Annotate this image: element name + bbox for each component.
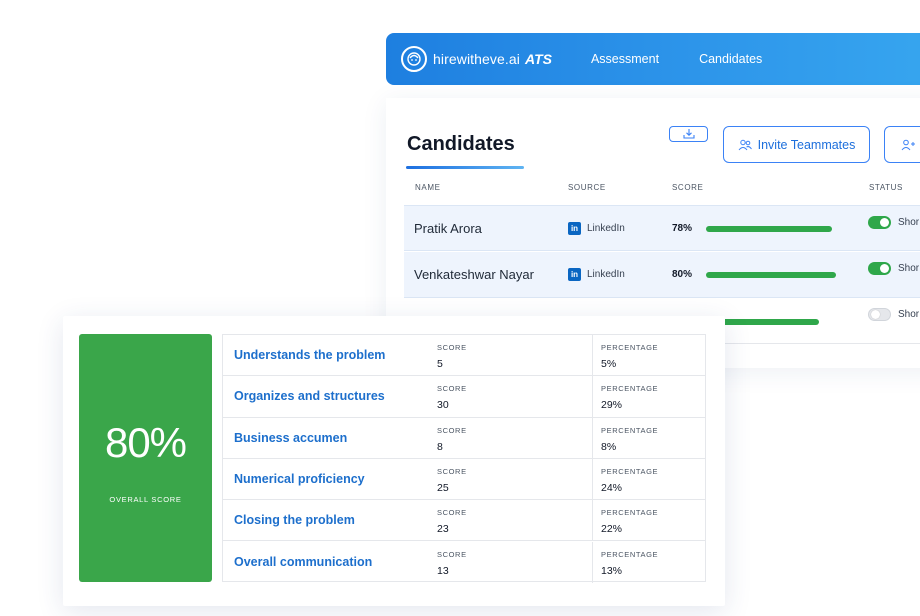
linkedin-icon: in: [568, 222, 581, 235]
column-header-score: SCORE: [672, 183, 704, 192]
skill-row[interactable]: Closing the problem SCORE 23 PERCENTAGE 22%: [223, 500, 705, 542]
skill-row[interactable]: Organizes and structures SCORE 30 PERCENTAG…: [223, 376, 705, 418]
candidate-score: 78%: [672, 223, 693, 234]
candidate-name: Pratik Arora: [414, 221, 482, 236]
overall-score-value: 80%: [104, 419, 187, 466]
percentage-label: PERCENTAGE: [601, 549, 659, 559]
skill-row[interactable]: Understands the problem SCORE 5 PERCENTAGE 5…: [223, 335, 705, 377]
percentage-label: PERCENTAGE: [601, 384, 659, 394]
title-underline: [406, 166, 524, 169]
linkedin-icon: in: [568, 268, 581, 281]
skill-name[interactable]: Closing the problem: [234, 513, 355, 527]
column-divider: [592, 458, 593, 500]
skill-percentage: 13%: [601, 564, 623, 577]
percentage-label: PERCENTAGE: [601, 466, 659, 476]
source-label: LinkedIn: [587, 269, 625, 280]
skill-score: 8: [437, 440, 443, 453]
column-header-source: SOURCE: [568, 183, 606, 192]
percentage-label: PERCENTAGE: [601, 508, 659, 518]
shortlist-toggle[interactable]: [868, 308, 891, 321]
brand-logo-icon: [401, 46, 427, 72]
overall-score-label: OVERALL SCORE: [109, 495, 182, 504]
skill-score: 5: [437, 358, 443, 370]
overall-score-panel: 80% OVERALL SCORE: [79, 334, 212, 582]
nav-link-assessment[interactable]: Assessment: [591, 52, 659, 66]
score-bar: [706, 226, 832, 232]
toggle-knob: [880, 218, 889, 227]
page-title: Candidates: [407, 133, 515, 155]
shortlist-toggle[interactable]: [868, 216, 891, 229]
candidate-name: Venkateshwar Nayar: [414, 267, 534, 282]
skill-percentage: 8%: [601, 440, 617, 453]
skill-row[interactable]: Numerical proficiency SCORE 25 PERCENTAGE 24…: [223, 458, 705, 501]
add-candidate-button[interactable]: [884, 126, 920, 163]
column-divider: [592, 500, 593, 541]
score-label: SCORE: [437, 466, 467, 476]
candidate-source: in LinkedIn: [568, 222, 625, 235]
status-text: Shor: [898, 263, 920, 274]
skill-score-table: Understands the problem SCORE 5 PERCENTAGE 5…: [222, 334, 706, 583]
column-header-status: STATUS: [869, 183, 903, 192]
score-label: SCORE: [437, 425, 467, 435]
skill-percentage: 5%: [601, 358, 617, 370]
status-text: Shor: [898, 217, 920, 228]
skill-name[interactable]: Numerical proficiency: [234, 472, 365, 486]
score-bar: [706, 272, 836, 278]
column-divider: [592, 541, 593, 583]
team-icon: [738, 139, 752, 150]
score-label: SCORE: [437, 384, 467, 394]
brand-product: ATS: [525, 51, 552, 67]
skill-score: 23: [437, 523, 449, 536]
column-divider: [592, 417, 593, 458]
skill-name[interactable]: Understands the problem: [234, 348, 385, 362]
status-text: Shor: [898, 309, 920, 320]
top-nav-bar: hirewitheve.ai ATS Assessment Candidates: [386, 33, 920, 85]
candidate-score: 80%: [672, 269, 693, 280]
skill-score: 30: [437, 399, 449, 412]
assessment-score-card: 80% OVERALL SCORE Understands the proble…: [63, 316, 725, 606]
table-row[interactable]: Venkateshwar Nayar in LinkedIn 80% Shor: [404, 252, 920, 298]
score-label: SCORE: [437, 343, 467, 352]
skill-row[interactable]: Business accumen SCORE 8 PERCENTAGE 8%: [223, 417, 705, 459]
column-divider: [592, 335, 593, 376]
toggle-knob: [871, 310, 880, 319]
skill-name[interactable]: Overall communication: [234, 555, 372, 569]
invite-teammates-button[interactable]: Invite Teammates: [723, 126, 870, 163]
percentage-label: PERCENTAGE: [601, 425, 659, 435]
percentage-label: PERCENTAGE: [601, 343, 659, 352]
score-label: SCORE: [437, 549, 467, 559]
candidate-source: in LinkedIn: [568, 268, 625, 281]
toggle-knob: [880, 264, 889, 273]
stage: hirewitheve.ai ATS Assessment Candidates…: [0, 0, 920, 616]
download-icon: [682, 129, 695, 139]
column-header-name: NAME: [415, 183, 441, 192]
brand[interactable]: hirewitheve.ai ATS: [401, 46, 552, 72]
skill-percentage: 22%: [601, 523, 623, 536]
brand-name: hirewitheve.ai: [433, 51, 520, 67]
column-divider: [592, 376, 593, 417]
score-label: SCORE: [437, 508, 467, 518]
skill-score: 13: [437, 564, 449, 577]
shortlist-toggle[interactable]: [868, 262, 891, 275]
download-button[interactable]: [669, 126, 708, 142]
skill-percentage: 24%: [601, 481, 623, 494]
table-row[interactable]: Pratik Arora in LinkedIn 78% Shor: [404, 205, 920, 251]
nav-link-candidates[interactable]: Candidates: [699, 52, 762, 66]
skill-name[interactable]: Business accumen: [234, 431, 347, 445]
skill-row[interactable]: Overall communication SCORE 13 PERCENTAGE 13…: [223, 541, 705, 583]
add-user-icon: [901, 139, 915, 150]
source-label: LinkedIn: [587, 223, 625, 234]
invite-button-label: Invite Teammates: [757, 137, 856, 152]
skill-percentage: 29%: [601, 399, 623, 412]
skill-score: 25: [437, 481, 449, 494]
skill-name[interactable]: Organizes and structures: [234, 389, 385, 403]
